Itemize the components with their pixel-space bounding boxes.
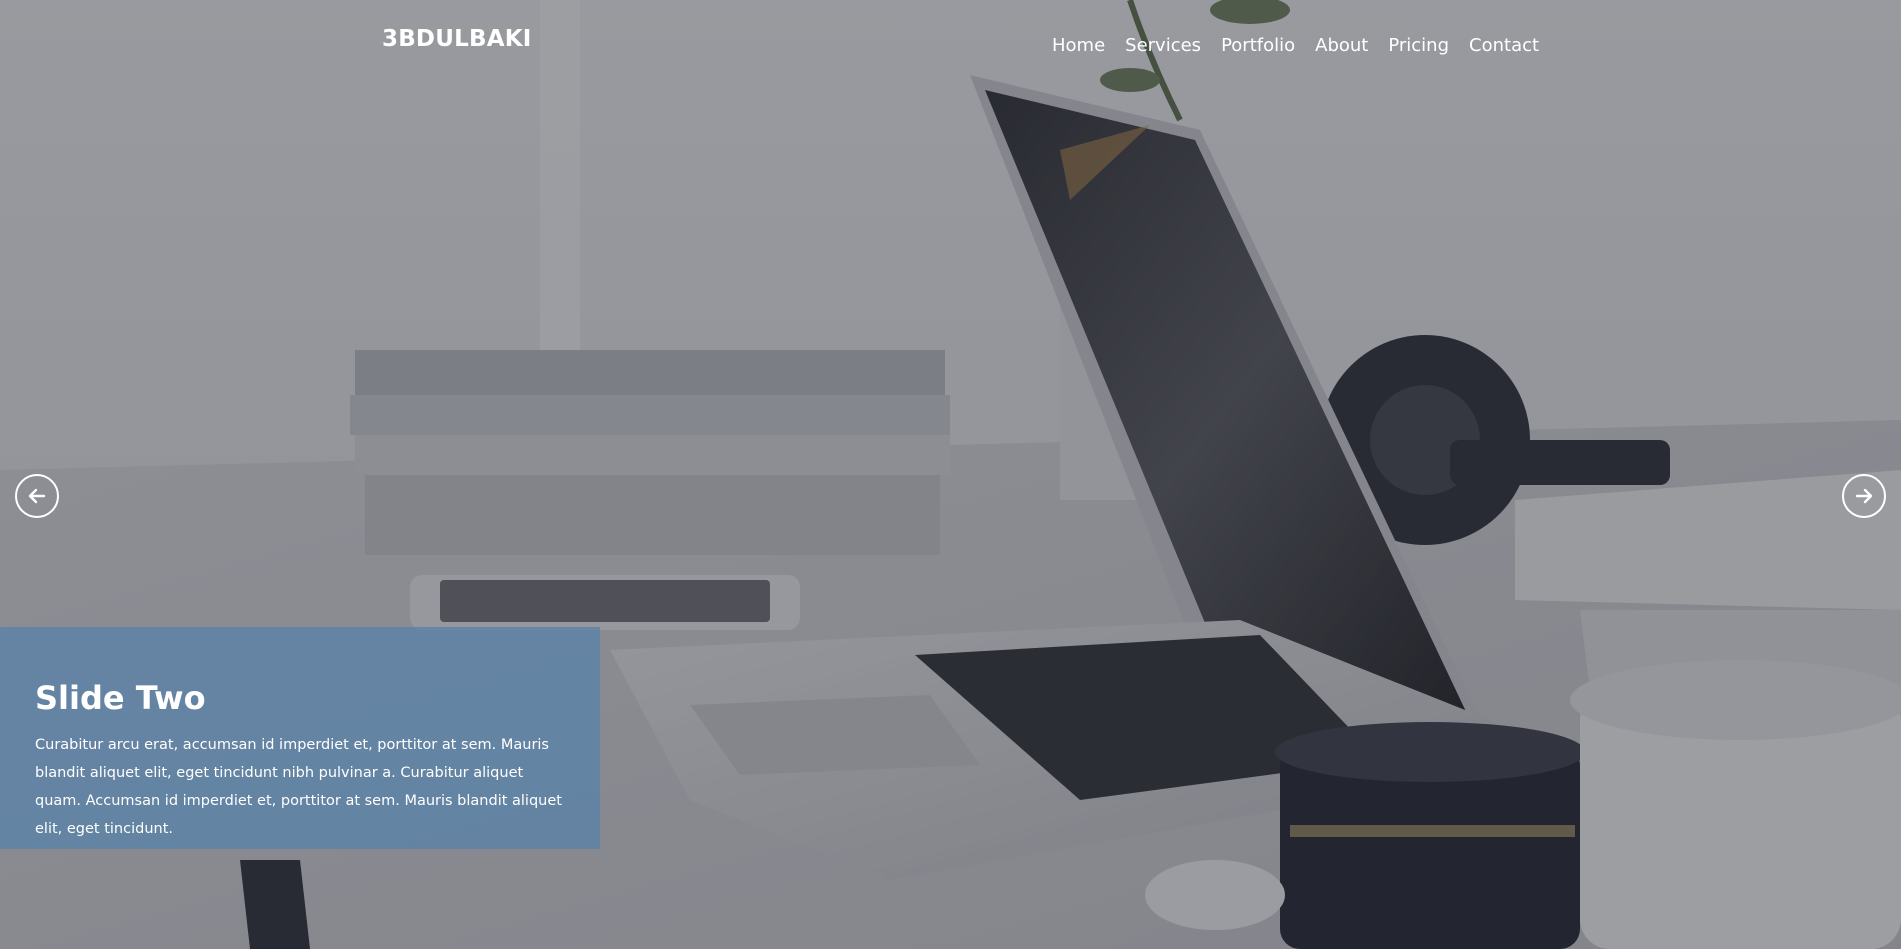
nav-link-about[interactable]: About <box>1305 34 1378 58</box>
nav-link-pricing[interactable]: Pricing <box>1378 34 1459 58</box>
arrow-right-icon <box>1855 488 1873 504</box>
slider-next-button[interactable] <box>1842 474 1886 518</box>
nav-link-home[interactable]: Home <box>1042 34 1115 58</box>
slide-caption: Slide Two Curabitur arcu erat, accumsan … <box>0 627 600 849</box>
main-nav: Home Services Portfolio About Pricing Co… <box>1042 34 1549 58</box>
hero-slider: 3BDULBAKI Home Services Portfolio About … <box>0 0 1901 949</box>
nav-link-services[interactable]: Services <box>1115 34 1211 58</box>
brand-logo[interactable]: 3BDULBAKI <box>382 26 531 52</box>
nav-link-portfolio[interactable]: Portfolio <box>1211 34 1305 58</box>
slide-text: Curabitur arcu erat, accumsan id imperdi… <box>35 737 562 837</box>
slide-title: Slide Two <box>35 679 206 717</box>
nav-link-contact[interactable]: Contact <box>1459 34 1549 58</box>
arrow-left-icon <box>28 488 46 504</box>
slider-prev-button[interactable] <box>15 474 59 518</box>
